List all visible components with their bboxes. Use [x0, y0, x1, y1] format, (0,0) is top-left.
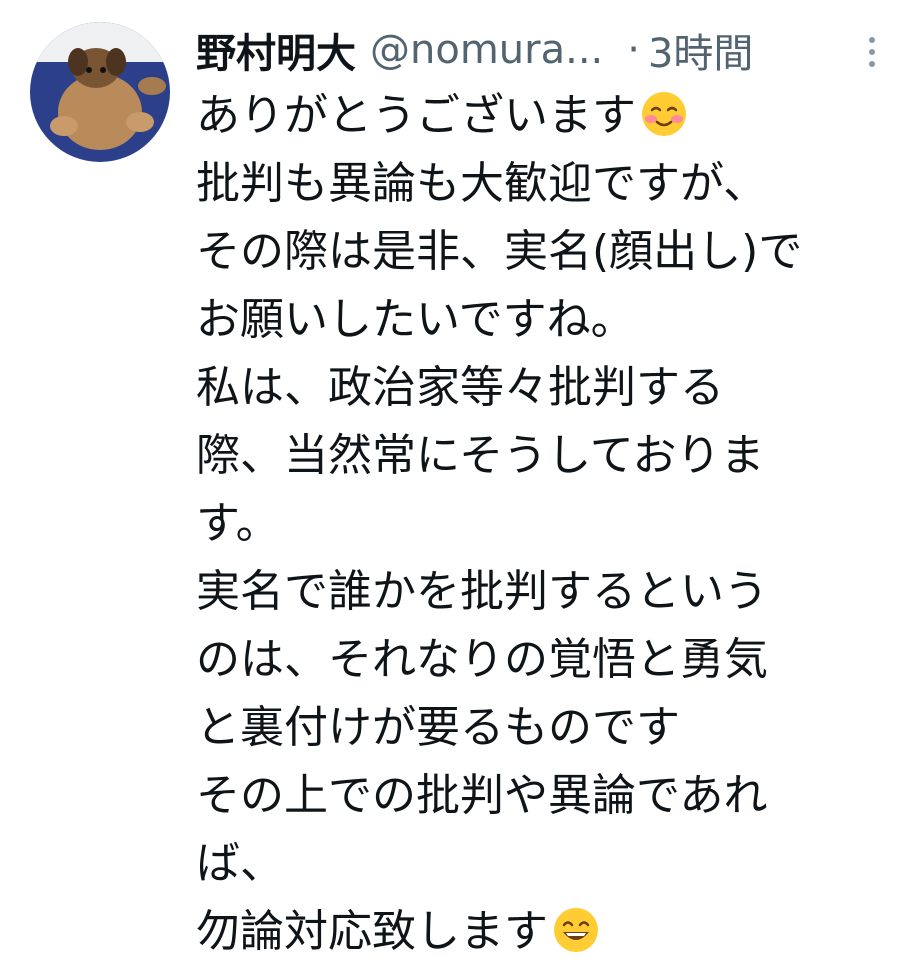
more-options-icon[interactable]: [852, 28, 892, 76]
tweet-line: その上での批判や異論であれ: [196, 770, 768, 821]
author-avatar[interactable]: [30, 22, 170, 162]
more-dot: [869, 61, 875, 67]
tweet-line: お願いしたいですね。: [196, 294, 635, 345]
tweet-line-text: ありがとうございます: [196, 90, 636, 141]
tweet-line: 批判も異論も大歓迎ですが、: [196, 158, 768, 209]
tweet-line: のは、それなりの覚悟と勇気: [196, 634, 768, 685]
author-handle[interactable]: @nomura...: [370, 27, 603, 73]
tweet-line: 勿論対応致します: [196, 898, 896, 966]
tweet-timestamp[interactable]: 3時間: [648, 21, 753, 79]
tweet-text: ありがとうございます 批判も異論も大歓迎ですが、 その際は是非、実名(顔出し)で…: [196, 82, 896, 966]
smiling-face-with-blush-emoji-icon: [640, 90, 688, 138]
tweet-line: 際、当然常にそうしておりま: [196, 430, 765, 481]
tweet-line: その際は是非、実名(顔出し)で: [196, 226, 803, 277]
tweet-line: 私は、政治家等々批判する: [196, 362, 724, 413]
grinning-face-emoji-icon: [552, 906, 600, 954]
tweet-line: と裏付けが要るものです: [196, 702, 680, 753]
header-separator: ·: [627, 27, 640, 73]
tweet-line: 実名で誰かを批判するという: [196, 566, 768, 617]
tweet-line-text: 勿論対応致します: [196, 906, 548, 957]
tweet-line: ありがとうございます: [196, 82, 896, 150]
more-dot: [869, 49, 875, 55]
tweet-line: ば、: [196, 838, 284, 889]
tweet-line: す。: [196, 498, 280, 549]
more-dot: [869, 37, 875, 43]
author-display-name[interactable]: 野村明大: [196, 21, 356, 79]
tweet-header: 野村明大 @nomura... · 3時間: [196, 20, 896, 80]
